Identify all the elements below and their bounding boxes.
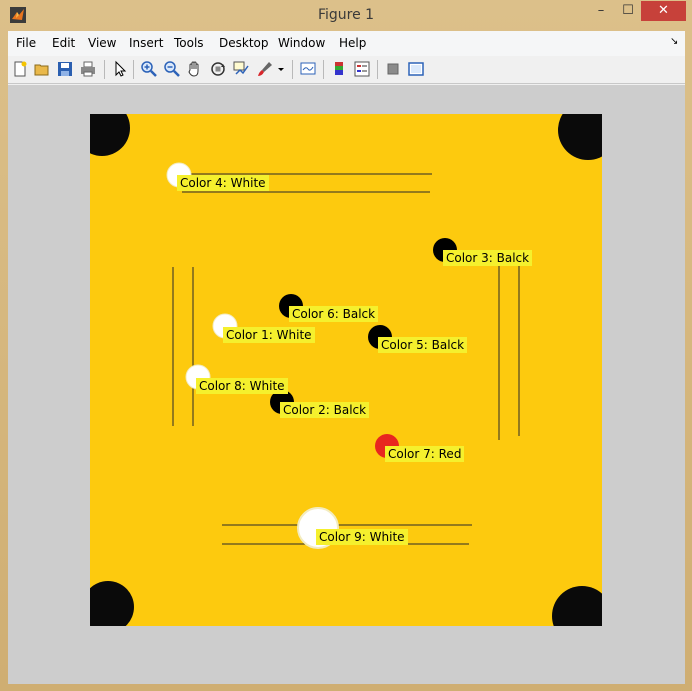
coin-label: Color 3: Balck [443, 250, 533, 266]
rotate-3d-icon[interactable] [209, 60, 227, 78]
open-file-icon[interactable] [33, 60, 51, 78]
board-lines [172, 173, 520, 545]
print-icon[interactable] [79, 60, 97, 78]
menu-bar: File Edit View Insert Tools Desktop Wind… [8, 31, 685, 56]
toolbar-separator [104, 60, 105, 79]
colorbar-icon[interactable] [330, 60, 348, 78]
board-graphics [90, 114, 602, 626]
toolbar-separator [292, 60, 293, 79]
menu-window[interactable]: Window [278, 36, 325, 50]
menu-edit[interactable]: Edit [52, 36, 75, 50]
coin-label: Color 7: Red [385, 446, 465, 462]
close-button[interactable]: ✕ [641, 1, 686, 21]
pocket-top-right [558, 114, 602, 160]
toolbar-separator [377, 60, 378, 79]
menu-overflow-arrow[interactable]: ↘ [670, 36, 678, 47]
menu-view[interactable]: View [88, 36, 116, 50]
coin-label: Color 9: White [316, 529, 408, 545]
figure-toolbar [8, 56, 685, 84]
toolbar-separator [133, 60, 134, 79]
coin-label: Color 8: White [196, 378, 288, 394]
title-bar[interactable]: Figure 1 – ☐ ✕ [0, 0, 692, 31]
menu-file[interactable]: File [16, 36, 36, 50]
figure-canvas: Color 4: White Color 3: Balck Color 6: B… [8, 85, 685, 684]
pointer-icon[interactable] [111, 60, 129, 78]
menu-help[interactable]: Help [339, 36, 366, 50]
brush-dropdown-icon[interactable] [276, 60, 286, 78]
new-figure-icon[interactable] [11, 60, 29, 78]
hide-plot-tools-icon[interactable] [384, 60, 402, 78]
pocket-bottom-left [90, 581, 134, 626]
toolbar-separator [323, 60, 324, 79]
carrom-board-image: Color 4: White Color 3: Balck Color 6: B… [90, 114, 602, 626]
coin-label: Color 1: White [223, 327, 315, 343]
maximize-button[interactable]: ☐ [615, 1, 641, 21]
menu-tools[interactable]: Tools [174, 36, 204, 50]
coin-label: Color 5: Balck [378, 337, 468, 353]
pocket-top-left [90, 114, 130, 156]
pocket-bottom-right [552, 586, 602, 626]
figure-client-area: File Edit View Insert Tools Desktop Wind… [8, 31, 685, 684]
brush-icon[interactable] [256, 60, 274, 78]
coin-label: Color 2: Balck [280, 402, 370, 418]
window-frame: Figure 1 – ☐ ✕ File Edit View Insert Too… [0, 0, 692, 691]
legend-icon[interactable] [353, 60, 371, 78]
menu-desktop[interactable]: Desktop [219, 36, 269, 50]
minimize-button[interactable]: – [588, 1, 614, 21]
show-plot-tools-icon[interactable] [407, 60, 425, 78]
zoom-in-icon[interactable] [140, 60, 158, 78]
coin-label: Color 6: Balck [289, 306, 379, 322]
data-cursor-icon[interactable] [232, 60, 250, 78]
link-plot-icon[interactable] [299, 60, 317, 78]
zoom-out-icon[interactable] [163, 60, 181, 78]
menu-insert[interactable]: Insert [129, 36, 163, 50]
pan-icon[interactable] [186, 60, 204, 78]
save-icon[interactable] [56, 60, 74, 78]
coin-label: Color 4: White [177, 175, 269, 191]
